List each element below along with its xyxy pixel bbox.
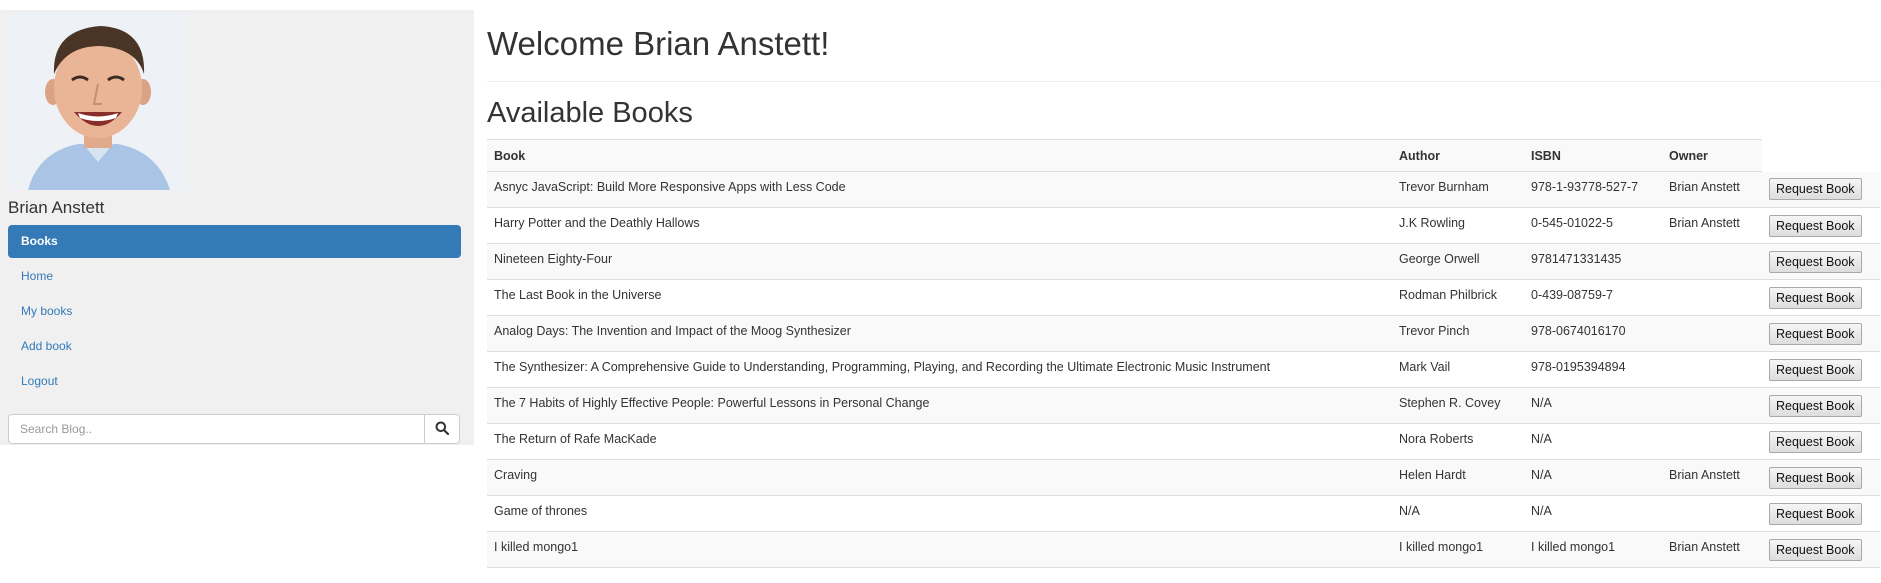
search-button[interactable] [424,414,460,444]
column-header-action [1762,139,1880,172]
book-title: The Return of Rafe MacKade [487,423,1392,460]
sidebar-nav: Books Home My books Add book Logout [8,225,461,400]
book-isbn: I killed mongo1 [1524,531,1662,568]
book-isbn: 0-545-01022-5 [1524,207,1662,244]
divider [487,81,1881,82]
request-book-button[interactable]: Request Book [1769,250,1862,273]
section-title: Available Books [487,97,693,129]
column-header-owner: Owner [1662,139,1762,172]
book-author: Mark Vail [1392,351,1524,388]
book-isbn: 9781471331435 [1524,243,1662,280]
search-input[interactable] [8,414,424,444]
book-title: Game of thrones [487,495,1392,532]
book-author: Nora Roberts [1392,423,1524,460]
column-header-isbn: ISBN [1524,139,1662,172]
sidebar-item-my-books[interactable]: My books [8,295,461,328]
book-author: N/A [1392,495,1524,532]
book-owner [1662,279,1762,316]
sidebar-item-logout[interactable]: Logout [8,365,461,398]
book-title: Analog Days: The Invention and Impact of… [487,315,1392,352]
book-isbn: N/A [1524,387,1662,424]
book-owner [1662,423,1762,460]
table-row: The Synthesizer: A Comprehensive Guide t… [487,351,1880,388]
table-row: Craving Helen Hardt N/A Brian Anstett Re… [487,459,1880,496]
book-title: Craving [487,459,1392,496]
book-title: Nineteen Eighty-Four [487,243,1392,280]
table-row: Harry Potter and the Deathly Hallows J.K… [487,207,1880,244]
book-owner [1662,315,1762,352]
book-title: The Synthesizer: A Comprehensive Guide t… [487,351,1392,388]
book-owner: Brian Anstett [1662,459,1762,496]
book-owner: Brian Anstett [1662,171,1762,208]
book-author: J.K Rowling [1392,207,1524,244]
book-author: Stephen R. Covey [1392,387,1524,424]
table-row: The Return of Rafe MacKade Nora Roberts … [487,423,1880,460]
search-group [8,414,460,444]
table-row: Asnyc JavaScript: Build More Responsive … [487,171,1880,208]
book-owner [1662,351,1762,388]
column-header-book: Book [487,139,1392,172]
request-book-button[interactable]: Request Book [1769,538,1862,561]
request-book-button[interactable]: Request Book [1769,322,1862,345]
request-book-button[interactable]: Request Book [1769,502,1862,525]
book-author: I killed mongo1 [1392,531,1524,568]
book-title: I killed mongo1 [487,531,1392,568]
book-title: The 7 Habits of Highly Effective People:… [487,387,1392,424]
request-book-button[interactable]: Request Book [1769,286,1862,309]
search-icon [435,421,450,438]
book-owner: Brian Anstett [1662,207,1762,244]
user-name: Brian Anstett [8,198,105,217]
table-row: The 7 Habits of Highly Effective People:… [487,387,1880,424]
book-isbn: 978-0195394894 [1524,351,1662,388]
sidebar: Brian Anstett Books Home My books Add bo… [0,10,474,445]
table-row: Game of thrones N/A N/A Request Book [487,495,1880,532]
book-owner [1662,387,1762,424]
book-isbn: 978-1-93778-527-7 [1524,171,1662,208]
book-author: Rodman Philbrick [1392,279,1524,316]
table-header-row: Book Author ISBN Owner [487,139,1880,172]
book-owner [1662,495,1762,532]
book-author: George Orwell [1392,243,1524,280]
book-title: Asnyc JavaScript: Build More Responsive … [487,171,1392,208]
books-table: Book Author ISBN Owner Asnyc JavaScript:… [487,139,1880,568]
book-isbn: 978-0674016170 [1524,315,1662,352]
request-book-button[interactable]: Request Book [1769,430,1862,453]
request-book-button[interactable]: Request Book [1769,178,1862,201]
table-row: I killed mongo1 I killed mongo1 I killed… [487,531,1880,568]
column-header-author: Author [1392,139,1524,172]
book-owner: Brian Anstett [1662,531,1762,568]
book-author: Helen Hardt [1392,459,1524,496]
request-book-button[interactable]: Request Book [1769,358,1862,381]
book-owner [1662,243,1762,280]
book-isbn: N/A [1524,495,1662,532]
book-isbn: N/A [1524,459,1662,496]
table-row: Nineteen Eighty-Four George Orwell 97814… [487,243,1880,280]
sidebar-item-add-book[interactable]: Add book [8,330,461,363]
book-title: The Last Book in the Universe [487,279,1392,316]
book-title: Harry Potter and the Deathly Hallows [487,207,1392,244]
table-row: The Last Book in the Universe Rodman Phi… [487,279,1880,316]
book-author: Trevor Pinch [1392,315,1524,352]
page-title: Welcome Brian Anstett! [487,25,830,62]
table-row: Analog Days: The Invention and Impact of… [487,315,1880,352]
book-author: Trevor Burnham [1392,171,1524,208]
request-book-button[interactable]: Request Book [1769,466,1862,489]
request-book-button[interactable]: Request Book [1769,214,1862,237]
book-isbn: N/A [1524,423,1662,460]
book-isbn: 0-439-08759-7 [1524,279,1662,316]
request-book-button[interactable]: Request Book [1769,394,1862,417]
sidebar-item-home[interactable]: Home [8,260,461,293]
sidebar-item-books[interactable]: Books [8,225,461,258]
avatar [8,12,188,190]
